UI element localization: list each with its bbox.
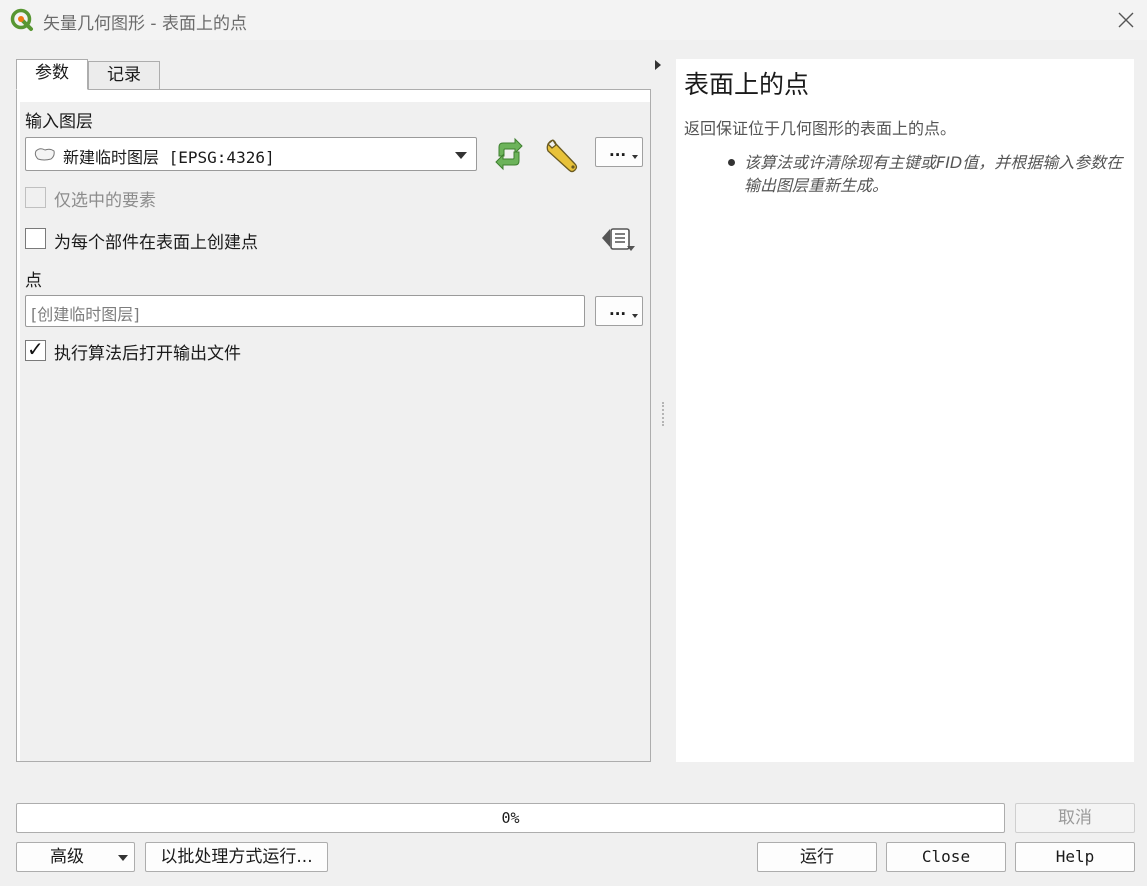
selected-only-checkbox[interactable] <box>25 187 46 208</box>
tab-log[interactable]: 记录 <box>88 61 160 90</box>
input-layer-value: 新建临时图层 [EPSG:4326] <box>63 148 275 167</box>
output-label: 点 <box>25 271 42 291</box>
help-title: 表面上的点 <box>684 70 810 99</box>
help-panel: 表面上的点 返回保证位于几何图形的表面上的点。 该算法或许清除现有主键或FID值… <box>676 59 1134 762</box>
collapse-help-arrow-icon[interactable] <box>655 60 661 70</box>
input-layer-options-button[interactable]: ··· <box>595 137 643 167</box>
open-output-label: 执行算法后打开输出文件 <box>54 344 241 364</box>
advanced-button[interactable]: 高级 <box>16 842 135 872</box>
close-button[interactable]: Close <box>886 842 1006 872</box>
ellipsis-icon: ··· <box>609 146 627 164</box>
iterate-icon[interactable] <box>491 137 527 171</box>
run-button[interactable]: 运行 <box>757 842 877 872</box>
ellipsis-icon: ··· <box>609 305 627 323</box>
cancel-button[interactable]: 取消 <box>1015 803 1135 833</box>
chevron-down-icon <box>118 855 128 861</box>
help-button[interactable]: Help <box>1015 842 1135 872</box>
polygon-layer-icon <box>34 148 55 161</box>
selected-only-label: 仅选中的要素 <box>54 191 156 211</box>
per-part-label: 为每个部件在表面上创建点 <box>54 233 258 253</box>
tab-parameters[interactable]: 参数 <box>16 59 88 90</box>
output-placeholder: [创建临时图层] <box>31 305 140 324</box>
expression-icon[interactable] <box>600 226 638 254</box>
open-output-checkbox[interactable]: ✓ <box>25 337 46 361</box>
close-icon[interactable] <box>1112 6 1140 34</box>
output-options-button[interactable]: ··· <box>595 296 643 326</box>
panel-splitter[interactable] <box>662 402 664 426</box>
input-layer-combobox[interactable]: 新建临时图层 [EPSG:4326] <box>25 137 477 171</box>
chevron-down-icon <box>455 152 467 159</box>
advanced-label: 高级 <box>50 847 84 867</box>
output-field[interactable]: [创建临时图层] <box>25 295 585 327</box>
bullet-icon <box>728 159 735 166</box>
help-description: 返回保证位于几何图形的表面上的点。 <box>684 119 957 138</box>
input-layer-label: 输入图层 <box>25 112 93 132</box>
per-part-checkbox[interactable] <box>25 228 46 249</box>
checkmark-icon: ✓ <box>27 337 44 361</box>
wrench-icon[interactable] <box>543 136 583 174</box>
title-bar: 矢量几何图形 - 表面上的点 <box>0 0 1147 40</box>
progress-bar: 0% <box>16 803 1005 833</box>
help-bullet: 该算法或许清除现有主键或FID值，并根据输入参数在输出图层重新生成。 <box>744 153 1123 195</box>
window-title: 矢量几何图形 - 表面上的点 <box>43 14 247 34</box>
batch-process-button[interactable]: 以批处理方式运行... <box>145 842 328 872</box>
qgis-logo-icon <box>10 8 33 31</box>
